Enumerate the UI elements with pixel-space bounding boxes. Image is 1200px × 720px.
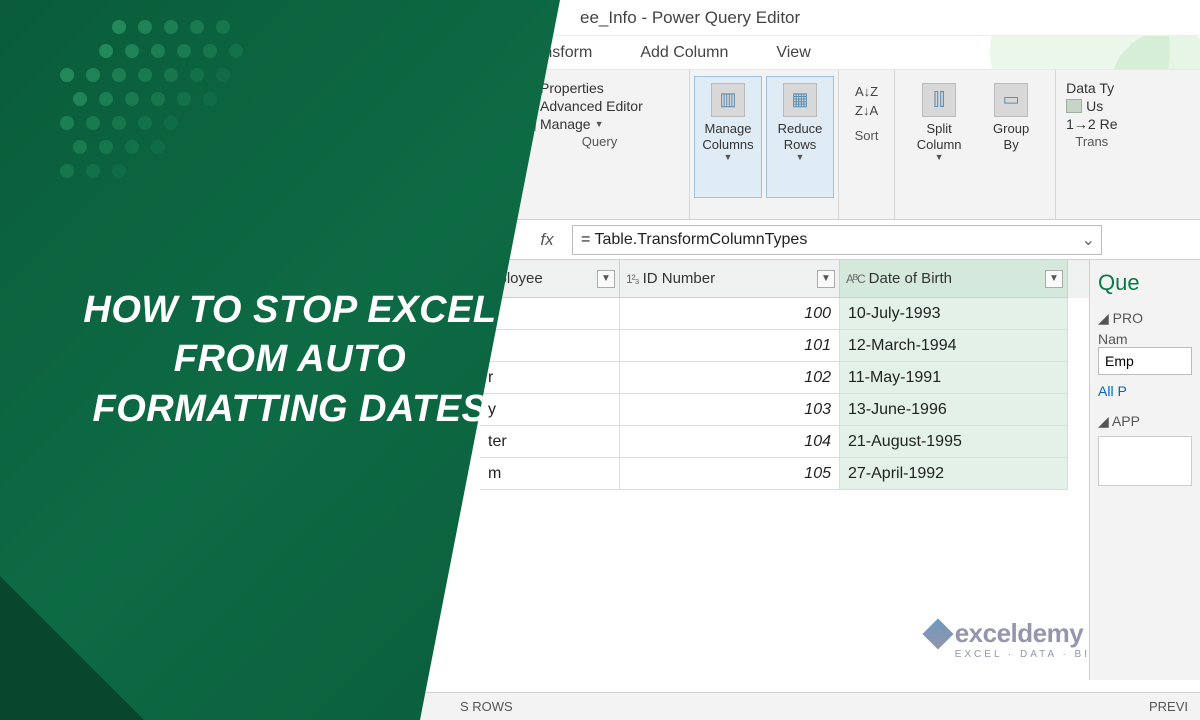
query-name-input[interactable] (1098, 347, 1192, 375)
cell-employee[interactable]: r (480, 362, 620, 394)
cell-id-number[interactable]: 104 (620, 426, 840, 458)
cell-employee[interactable] (480, 330, 620, 362)
text-type-icon: AᴮC (846, 272, 865, 286)
reduce-rows-icon: ▦ (783, 83, 817, 117)
tab-view[interactable]: View (776, 44, 810, 62)
group-by-icon: ▭ (994, 83, 1028, 117)
cell-id-number[interactable]: 105 (620, 458, 840, 490)
column-header-id-number[interactable]: 1²₃ ID Number ▼ (620, 260, 840, 298)
decorative-dots (60, 20, 260, 220)
chevron-down-icon: ▼ (935, 152, 944, 163)
cell-employee[interactable]: ter (480, 426, 620, 458)
status-left: S ROWS (460, 699, 513, 714)
manage-columns-button[interactable]: ▥ Manage Columns ▼ (694, 76, 762, 198)
status-right: PREVI (1149, 699, 1188, 714)
applied-steps-box[interactable] (1098, 436, 1192, 486)
table-row[interactable]: y10313-June-1996 (480, 394, 1089, 426)
applied-steps-section-label: ◢ APP (1098, 413, 1192, 430)
fx-label[interactable]: fx (530, 230, 564, 250)
logo-cube-icon (922, 618, 953, 649)
manage-dropdown[interactable]: Manage ▼ (520, 116, 679, 132)
table-row[interactable]: 10010-July-1993 (480, 298, 1089, 330)
split-column-button[interactable]: ⫿⫿ Split Column ▼ (905, 76, 973, 198)
cell-id-number[interactable]: 102 (620, 362, 840, 394)
cell-id-number[interactable]: 103 (620, 394, 840, 426)
table-row[interactable]: ter10421-August-1995 (480, 426, 1089, 458)
filter-dropdown-icon[interactable]: ▼ (597, 270, 615, 288)
group-label-sort: Sort (849, 126, 884, 143)
cell-date-of-birth[interactable]: 21-August-1995 (840, 426, 1068, 458)
properties-section-label: ◢ PRO (1098, 310, 1192, 327)
cell-date-of-birth[interactable]: 11-May-1991 (840, 362, 1068, 394)
query-settings-pane: Que ◢ PRO Nam All P ◢ APP (1090, 260, 1200, 680)
watermark: exceldemy EXCEL · DATA · BI (927, 618, 1090, 660)
brand-name: exceldemy (955, 618, 1083, 649)
overlay-title: HOW TO STOP EXCEL FROM AUTO FORMATTING D… (73, 286, 526, 434)
cell-date-of-birth[interactable]: 12-March-1994 (840, 330, 1068, 362)
cell-date-of-birth[interactable]: 27-April-1992 (840, 458, 1068, 490)
cell-date-of-birth[interactable]: 10-July-1993 (840, 298, 1068, 330)
split-column-icon: ⫿⫿ (922, 83, 956, 117)
all-properties-link[interactable]: All P (1098, 383, 1192, 399)
reduce-rows-button[interactable]: ▦ Reduce Rows ▼ (766, 76, 834, 198)
chevron-down-icon: ▼ (796, 152, 805, 163)
name-label: Nam (1098, 331, 1192, 347)
cell-id-number[interactable]: 100 (620, 298, 840, 330)
chevron-down-icon: ▼ (595, 119, 604, 129)
filter-dropdown-icon[interactable]: ▼ (817, 270, 835, 288)
chevron-down-icon: ▼ (724, 152, 733, 163)
filter-dropdown-icon[interactable]: ▼ (1045, 270, 1063, 288)
window-title: ee_Info - Power Query Editor (580, 8, 800, 28)
group-label-query: Query (520, 132, 679, 149)
column-header-date-of-birth[interactable]: AᴮC Date of Birth ▼ (840, 260, 1068, 298)
formula-input[interactable]: = Table.TransformColumnTypes ⌄ (572, 225, 1102, 255)
sort-descending-button[interactable]: Z↓A (855, 103, 878, 118)
use-headers-icon (1066, 99, 1082, 113)
table-row[interactable]: r10211-May-1991 (480, 362, 1089, 394)
cell-date-of-birth[interactable]: 13-June-1996 (840, 394, 1068, 426)
table-row[interactable]: 10112-March-1994 (480, 330, 1089, 362)
data-grid: mployee ▼ 1²₃ ID Number ▼ AᴮC Date of Bi… (480, 260, 1090, 680)
manage-columns-icon: ▥ (711, 83, 745, 117)
grid-header: mployee ▼ 1²₃ ID Number ▼ AᴮC Date of Bi… (480, 260, 1089, 298)
cell-employee[interactable]: m (480, 458, 620, 490)
chevron-down-icon[interactable]: ⌄ (1082, 230, 1095, 250)
sort-ascending-button[interactable]: A↓Z (855, 84, 878, 99)
data-type-dropdown[interactable]: Data Ty (1066, 80, 1117, 96)
group-label-transform: Trans (1066, 132, 1117, 149)
pane-heading: Que (1098, 270, 1192, 296)
group-by-button[interactable]: ▭ Group By (977, 76, 1045, 198)
advanced-editor-button[interactable]: Advanced Editor (520, 98, 679, 114)
use-first-row-button[interactable]: Us (1066, 98, 1117, 114)
table-row[interactable]: m10527-April-1992 (480, 458, 1089, 490)
cell-employee[interactable]: y (480, 394, 620, 426)
cell-id-number[interactable]: 101 (620, 330, 840, 362)
replace-values-button[interactable]: 1→2 Re (1066, 116, 1117, 132)
number-type-icon: 1²₃ (626, 272, 639, 286)
brand-tagline: EXCEL · DATA · BI (955, 649, 1090, 660)
tab-add-column[interactable]: Add Column (640, 44, 728, 62)
